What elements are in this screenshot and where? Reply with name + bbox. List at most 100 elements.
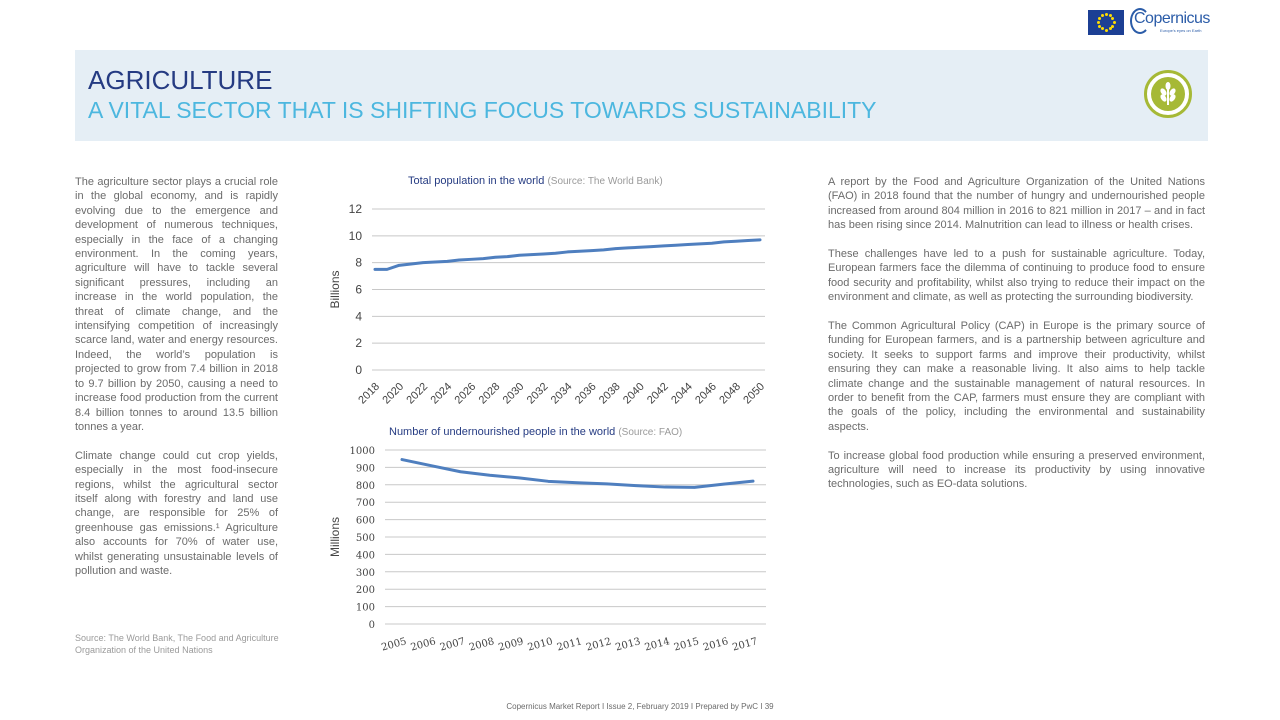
header-band: AGRICULTURE A VITAL SECTOR THAT IS SHIFT…: [75, 50, 1208, 141]
series-line: [373, 238, 762, 271]
x-tick-label: 2032: [525, 381, 551, 407]
y-tick-label: 100: [356, 603, 375, 614]
y-tick-label: 300: [356, 568, 375, 579]
data-point: [634, 484, 638, 487]
eu-star-icon: [1100, 13, 1104, 17]
x-tick-label: 2044: [669, 381, 695, 407]
right-paragraph-2: These challenges have led to a push for …: [828, 248, 1205, 304]
data-point: [506, 255, 509, 258]
eu-flag-icon: [1088, 9, 1124, 35]
x-tick-label: 2042: [645, 381, 671, 407]
x-tick-label: 2046: [693, 381, 719, 407]
data-point: [674, 244, 677, 247]
y-tick-label: 600: [356, 516, 375, 527]
data-point: [459, 470, 462, 473]
data-point: [734, 240, 738, 243]
data-point: [373, 268, 377, 271]
data-point: [409, 262, 413, 266]
eu-star-icon: [1111, 16, 1115, 20]
logo-area: Copernicus Europe's eyes on Earth: [1088, 8, 1210, 36]
wheat-icon: [1144, 70, 1192, 118]
data-point: [385, 268, 389, 271]
x-tick-label: 2013: [614, 636, 641, 653]
data-point: [662, 244, 665, 248]
data-point: [430, 464, 433, 467]
x-tick-label: 2010: [527, 636, 554, 653]
y-tick-label: 0: [369, 620, 375, 631]
data-point: [758, 238, 762, 242]
data-point: [397, 264, 401, 267]
chart-population-source: (Source: The World Bank): [547, 176, 663, 187]
x-tick-label: 2040: [621, 381, 647, 407]
x-tick-label: 2048: [717, 381, 743, 407]
copernicus-tagline: Europe's eyes on Earth: [1160, 28, 1202, 33]
data-point: [602, 248, 605, 252]
y-tick-label: 200: [356, 585, 375, 596]
x-tick-label: 2026: [453, 381, 479, 407]
data-point: [400, 458, 404, 461]
chart-undernourished-title: Number of undernourished people in the w…: [389, 426, 682, 438]
eu-star-icon: [1104, 28, 1108, 32]
y-tick-label: 0: [355, 363, 362, 377]
eu-star-icon: [1112, 20, 1116, 24]
x-tick-label: 2009: [497, 636, 524, 653]
x-tick-label: 2050: [741, 381, 767, 407]
data-point: [650, 245, 653, 248]
data-point: [664, 485, 667, 489]
left-paragraph-2: Climate change could cut crop yields, es…: [75, 449, 278, 577]
data-point: [518, 254, 521, 257]
chart-undernourished-source: (Source: FAO): [618, 427, 683, 438]
x-tick-label: 2008: [468, 636, 495, 653]
x-tick-label: 2030: [501, 381, 527, 407]
x-tick-label: 2022: [404, 381, 430, 407]
chart-population-title: Total population in the world (Source: T…: [408, 175, 663, 187]
data-point: [458, 258, 461, 262]
data-point: [488, 474, 491, 477]
x-tick-label: 2018: [356, 381, 382, 407]
page-title: AGRICULTURE: [88, 65, 273, 95]
data-point: [693, 486, 696, 489]
y-tick-label: 6: [355, 283, 362, 297]
right-paragraph-1: A report by the Food and Agriculture Org…: [828, 176, 1205, 232]
y-tick-label: 4: [355, 309, 362, 323]
eu-star-icon: [1104, 12, 1108, 16]
data-point: [746, 239, 750, 242]
data-point: [530, 253, 533, 256]
x-tick-label: 2024: [429, 381, 455, 407]
right-column-text: A report by the Food and Agriculture Org…: [828, 175, 1205, 506]
eu-star-icon: [1097, 16, 1101, 20]
data-point: [638, 246, 641, 249]
chart-undernourished-title-text: Number of undernourished people in the w…: [389, 426, 616, 438]
copernicus-logo: Copernicus Europe's eyes on Earth: [1130, 8, 1210, 36]
x-tick-label: 2007: [439, 636, 466, 653]
data-point: [470, 258, 473, 261]
x-tick-label: 2012: [585, 636, 612, 653]
data-point: [421, 261, 425, 264]
data-point: [710, 242, 714, 245]
y-tick-label: 10: [349, 229, 363, 243]
data-point: [482, 257, 485, 260]
chart-population: 0 2 4 6 8 10 12 Billions 20182020202220242026202…: [328, 202, 767, 407]
data-point: [576, 481, 579, 484]
data-point: [722, 482, 725, 486]
y-tick-label: 900: [356, 463, 375, 474]
data-point: [547, 480, 550, 483]
page-subtitle: A VITAL SECTOR THAT IS SHIFTING FOCUS TO…: [88, 97, 877, 123]
data-point: [554, 252, 557, 255]
data-point: [698, 242, 702, 246]
x-tick-label: 2006: [410, 636, 437, 653]
left-column-text: The agriculture sector plays a crucial r…: [75, 175, 278, 593]
data-point: [626, 246, 629, 250]
x-tick-label: 2015: [673, 636, 700, 653]
eu-star-icon: [1097, 24, 1101, 28]
x-tick-label: 2020: [380, 381, 406, 407]
eu-star-icon: [1100, 27, 1104, 31]
eu-star-icon: [1111, 24, 1115, 28]
data-point: [614, 247, 617, 250]
data-point: [590, 249, 593, 252]
x-tick-label: 2038: [597, 381, 623, 407]
copernicus-wordmark: Copernicus: [1134, 10, 1210, 27]
chart-undernourished: 0 100 200 300 400 500 600 700 800 900 1000 Millions…: [328, 446, 766, 653]
data-point: [578, 250, 581, 253]
data-point: [566, 250, 569, 254]
